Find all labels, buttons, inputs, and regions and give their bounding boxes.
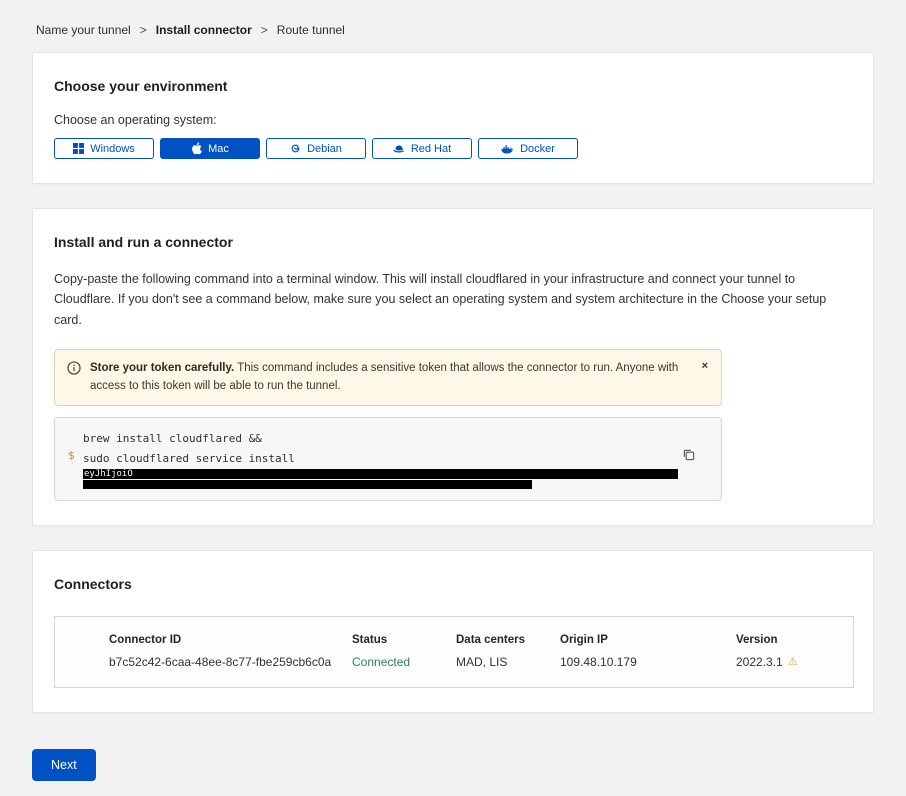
version-cell: 2022.3.1 ⚠: [736, 655, 853, 669]
os-button-windows[interactable]: Windows: [54, 138, 154, 159]
install-card-title: Install and run a connector: [54, 234, 852, 250]
os-select-label: Choose an operating system:: [54, 113, 852, 127]
breadcrumb-separator: >: [140, 23, 147, 37]
breadcrumb-separator: >: [261, 23, 268, 37]
connectors-table: Connector ID Status Data centers Origin …: [54, 616, 854, 688]
install-connector-card: Install and run a connector Copy-paste t…: [32, 208, 874, 526]
os-button-label: Mac: [208, 143, 229, 155]
warning-text: Store your token carefully. This command…: [90, 360, 691, 396]
warning-bold-text: Store your token carefully.: [90, 362, 234, 374]
redhat-icon: [393, 144, 405, 153]
os-button-redhat[interactable]: Red Hat: [372, 138, 472, 159]
footer-actions: Next: [32, 749, 906, 796]
debian-icon: [290, 143, 301, 154]
breadcrumb-item-name-your-tunnel[interactable]: Name your tunnel: [36, 23, 131, 37]
token-prefix: eyJhIjoiO: [84, 469, 133, 479]
apple-icon: [191, 142, 202, 155]
version-warning-icon: ⚠: [788, 657, 798, 668]
connector-id-cell: b7c52c42-6caa-48ee-8c77-fbe259cb6c0a: [109, 655, 352, 669]
close-icon: ×: [702, 360, 708, 372]
os-button-debian[interactable]: Debian: [266, 138, 366, 159]
docker-icon: [501, 144, 514, 154]
choose-environment-card: Choose your environment Choose an operat…: [32, 52, 874, 184]
column-header-origin-ip: Origin IP: [560, 634, 736, 646]
connectors-table-header: Connector ID Status Data centers Origin …: [55, 634, 853, 655]
column-header-version: Version: [736, 634, 853, 646]
os-button-label: Windows: [90, 143, 135, 155]
column-header-status: Status: [352, 634, 456, 646]
windows-icon: [73, 143, 84, 154]
copy-icon: [682, 449, 695, 464]
breadcrumb-item-route-tunnel[interactable]: Route tunnel: [277, 23, 345, 37]
environment-card-title: Choose your environment: [54, 78, 852, 94]
connectors-card: Connectors Connector ID Status Data cent…: [32, 550, 874, 713]
command-line-install: sudo cloudflared service install: [83, 449, 681, 469]
status-badge: Connected: [352, 655, 456, 669]
os-button-mac[interactable]: Mac: [160, 138, 260, 159]
shell-prompt: $: [68, 449, 75, 462]
breadcrumb-item-install-connector[interactable]: Install connector: [156, 23, 252, 37]
info-icon: [67, 361, 81, 396]
install-command-block: brew install cloudflared && $ sudo cloud…: [54, 417, 722, 501]
install-description: Copy-paste the following command into a …: [54, 269, 852, 330]
redacted-token-bar: eyJhIjoiO: [83, 469, 678, 479]
table-row: b7c52c42-6caa-48ee-8c77-fbe259cb6c0a Con…: [55, 655, 853, 669]
os-button-group: Windows Mac Debian Red Hat Docker: [54, 138, 852, 159]
origin-ip-cell: 109.48.10.179: [560, 655, 736, 669]
redacted-token-bar: [83, 480, 532, 489]
copy-command-button[interactable]: [680, 446, 697, 463]
close-warning-button[interactable]: ×: [698, 359, 712, 374]
next-button[interactable]: Next: [32, 749, 96, 781]
column-header-connector-id: Connector ID: [109, 634, 352, 646]
command-line-brew: brew install cloudflared &&: [83, 429, 681, 449]
token-warning-banner: Store your token carefully. This command…: [54, 349, 722, 407]
os-button-label: Docker: [520, 143, 555, 155]
os-button-label: Debian: [307, 143, 342, 155]
breadcrumb: Name your tunnel > Install connector > R…: [0, 0, 906, 52]
os-button-label: Red Hat: [411, 143, 451, 155]
column-header-data-centers: Data centers: [456, 634, 560, 646]
version-value: 2022.3.1: [736, 655, 783, 669]
data-centers-cell: MAD, LIS: [456, 655, 560, 669]
connectors-card-title: Connectors: [54, 576, 852, 592]
os-button-docker[interactable]: Docker: [478, 138, 578, 159]
